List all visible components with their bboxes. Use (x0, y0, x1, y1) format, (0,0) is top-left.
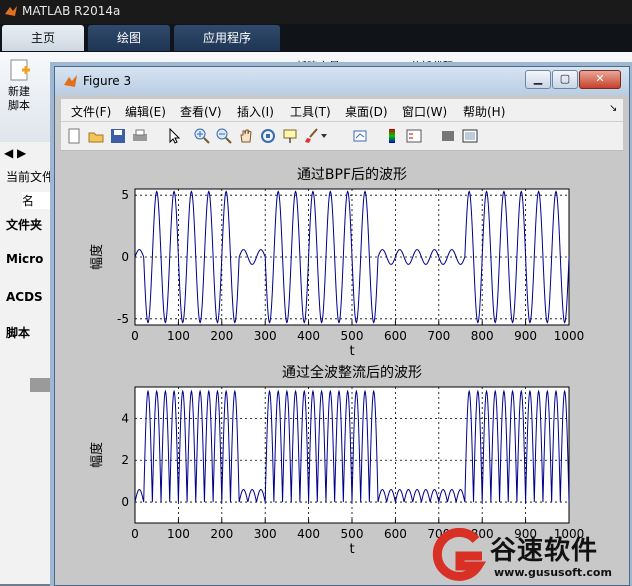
x-tick-label: 200 (210, 329, 233, 343)
tab-plots[interactable]: 绘图 (88, 25, 170, 51)
figure-title: Figure 3 (83, 74, 132, 88)
watermark-url: www.gususoft.com (494, 566, 612, 579)
x-tick-label: 700 (427, 329, 450, 343)
watermark: 谷速软件 www.gususoft.com (430, 528, 632, 584)
minimize-button[interactable]: ▁ (525, 70, 551, 89)
selected-file-row[interactable] (30, 378, 56, 392)
menu-edit[interactable]: 编辑(E) (125, 103, 166, 120)
x-tick-label: 600 (384, 329, 407, 343)
print-icon[interactable] (131, 127, 149, 145)
tab-apps[interactable]: 应用程序 (174, 25, 280, 51)
y-axis-label: 幅度 (89, 244, 105, 270)
zoom-in-icon[interactable] (193, 127, 211, 145)
menu-help[interactable]: 帮助(H) (463, 103, 505, 120)
matlab-logo-icon (5, 6, 17, 16)
y-tick-label: 2 (121, 453, 129, 467)
figure-toolbar (61, 122, 623, 151)
y-tick-label: 0 (121, 495, 129, 509)
x-axis-label: t (349, 542, 354, 557)
data-cursor-icon[interactable] (281, 127, 299, 145)
dock-arrow-icon[interactable]: ↘ (609, 103, 617, 114)
main-titlebar: MATLAB R2014a (0, 0, 632, 24)
figure-menubar: 文件(F) 编辑(E) 查看(V) 插入(I) 工具(T) 桌面(D) 窗口(W… (61, 99, 623, 122)
chart-title: 通过BPF后的波形 (297, 167, 407, 183)
x-tick-label: 100 (167, 527, 190, 541)
new-script-button[interactable]: 新建 脚本 (8, 58, 38, 118)
back-forward-nav[interactable]: ◀ ▶ (4, 146, 60, 160)
x-tick-label: 500 (341, 329, 364, 343)
link-plot-icon[interactable] (351, 127, 369, 145)
colorbar-icon[interactable] (383, 127, 401, 145)
figure-titlebar: Figure 3 ▁ ▢ ✕ (55, 67, 629, 95)
menu-tools[interactable]: 工具(T) (290, 103, 331, 120)
legend-icon[interactable] (405, 127, 423, 145)
zoom-out-icon[interactable] (215, 127, 233, 145)
x-tick-label: 900 (514, 329, 537, 343)
close-button[interactable]: ✕ (579, 70, 621, 89)
x-tick-label: 400 (297, 329, 320, 343)
plots-svg: 0 100 200 300 400 500 600 700 800 900 1000-505通过BP… (89, 167, 585, 557)
main-tab-strip: 主页 绘图 应用程序 (0, 24, 632, 52)
brush-dropdown-icon[interactable] (319, 127, 329, 145)
pointer-icon[interactable] (165, 127, 183, 145)
x-tick-label: 400 (297, 527, 320, 541)
chart-title: 通过全波整流后的波形 (282, 364, 422, 381)
new-script-label: 新建 脚本 (8, 85, 30, 112)
gususoft-logo-icon (432, 528, 487, 581)
menu-insert[interactable]: 插入(I) (237, 103, 274, 120)
maximize-button[interactable]: ▢ (552, 70, 578, 89)
menu-file[interactable]: 文件(F) (71, 103, 111, 120)
x-tick-label: 1000 (554, 329, 585, 343)
y-tick-label: 0 (121, 250, 129, 264)
current-folder-panel: ◀ ▶ 当前文件 名 文件夹 Micro ACDS 脚本 (0, 142, 78, 584)
x-tick-label: 600 (384, 527, 407, 541)
figure-window: Figure 3 ▁ ▢ ✕ 文件(F) 编辑(E) 查看(V) 插入(I) 工… (54, 66, 630, 586)
menu-window[interactable]: 窗口(W) (402, 103, 447, 120)
x-tick-label: 300 (254, 329, 277, 343)
new-script-icon (10, 59, 30, 81)
open-file-icon[interactable] (87, 127, 105, 145)
pan-hand-icon[interactable] (237, 127, 255, 145)
new-figure-icon[interactable] (65, 127, 83, 145)
rotate-3d-icon[interactable] (259, 127, 277, 145)
y-tick-label: 5 (121, 188, 129, 202)
y-axis-label: 幅度 (89, 442, 105, 468)
x-tick-label: 0 (131, 527, 139, 541)
menu-desktop[interactable]: 桌面(D) (345, 103, 388, 120)
show-plot-tools-icon[interactable] (461, 127, 479, 145)
menu-view[interactable]: 查看(V) (180, 103, 222, 120)
hide-plot-tools-icon[interactable] (439, 127, 457, 145)
figure-canvas: 0 100 200 300 400 500 600 700 800 900 1000 -5 0 5 通过BP… (61, 151, 623, 581)
matlab-logo-icon (64, 75, 77, 87)
tab-home[interactable]: 主页 (2, 25, 84, 51)
y-tick-label: -5 (117, 312, 129, 326)
x-axis-label: t (349, 344, 354, 359)
main-window-title: MATLAB R2014a (22, 4, 121, 18)
x-tick-label: 500 (341, 527, 364, 541)
x-tick-label: 200 (210, 527, 233, 541)
save-icon[interactable] (109, 127, 127, 145)
x-tick-label: 800 (471, 329, 494, 343)
x-tick-label: 300 (254, 527, 277, 541)
x-tick-label: 0 (131, 329, 139, 343)
y-tick-label: 4 (121, 411, 129, 425)
watermark-brand: 谷速软件 (490, 536, 599, 566)
x-tick-label: 100 (167, 329, 190, 343)
